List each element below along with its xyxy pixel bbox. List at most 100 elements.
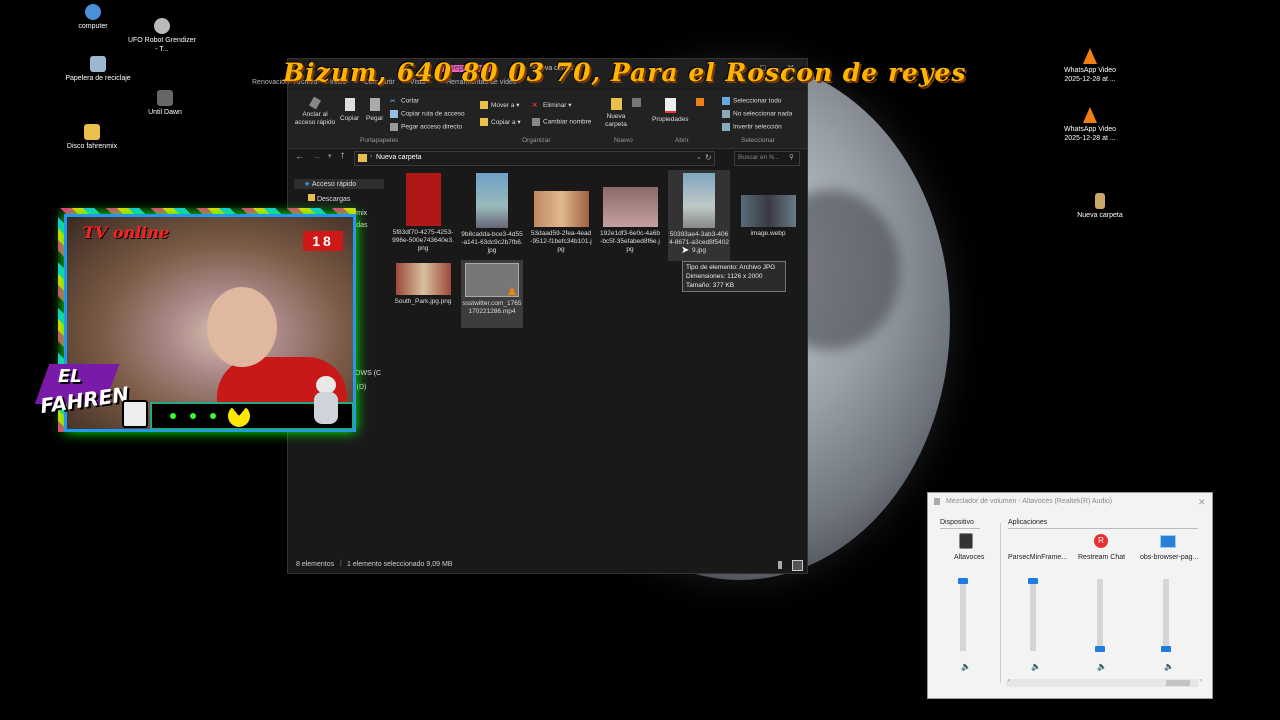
horizontal-scrollbar[interactable] <box>1006 679 1198 687</box>
select-none-label: No seleccionar nada <box>733 110 793 118</box>
copy-to-button[interactable]: Copiar a ▾ <box>480 118 521 127</box>
cut-button[interactable]: ✂ Cortar <box>390 97 419 105</box>
slider-knob[interactable] <box>958 578 968 584</box>
volume-slider-restream[interactable] <box>1097 579 1103 651</box>
file-item[interactable]: 192e1df3-6e0c-4a6b-bc5f-35efabed8f6e.jpg <box>599 173 661 254</box>
address-box[interactable]: › Nueva carpeta ⌄ ↻ <box>354 151 715 166</box>
volume-slider-parsec[interactable] <box>1030 579 1036 651</box>
file-tooltip: Tipo de elemento: Archivo JPG Dimensione… <box>682 261 786 292</box>
pin-icon <box>309 96 321 110</box>
slider-knob[interactable] <box>1161 646 1171 652</box>
nav-item-descargas[interactable]: Descargas <box>308 194 350 203</box>
details-view-icon[interactable] <box>778 561 782 569</box>
paste-button[interactable]: Pegar <box>366 98 383 122</box>
large-icons-view-icon[interactable] <box>792 560 803 571</box>
logo-line-1: EL <box>58 366 82 387</box>
apps-header: Aplicaciones <box>1008 519 1048 526</box>
desktop-icon-computer[interactable]: computer <box>58 4 128 31</box>
refresh-icon[interactable]: ↻ <box>705 153 712 162</box>
address-dropdown-icon[interactable]: ⌄ <box>696 153 702 161</box>
file-item[interactable]: South_Park.jpg.png <box>392 263 454 306</box>
file-name: 9b8cadda-bce3-4d55-a141-63dc9c2b7fb6.jpg <box>461 231 523 254</box>
slider-knob[interactable] <box>1095 646 1105 652</box>
scrollbar-thumb[interactable] <box>1166 680 1190 686</box>
select-all-icon <box>722 97 730 105</box>
header-underline <box>940 528 980 529</box>
select-all-button[interactable]: Seleccionar todo <box>722 97 781 105</box>
file-item-hovered[interactable]: 50393ae4-3ab3-4064-8671-a3ced8f54029.jpg <box>668 170 730 261</box>
group-seleccionar: Seleccionar <box>741 137 775 144</box>
desktop-icon-label: computer <box>78 23 108 30</box>
computer-icon <box>85 4 101 20</box>
file-item-selected[interactable]: ssstwitter.com_1765170221286.mp4 <box>461 260 523 328</box>
channel-label-obs: obs-browser-pag... <box>1140 554 1199 561</box>
properties-button[interactable]: Propiedades <box>652 98 689 123</box>
folder-icon <box>358 154 367 162</box>
file-name: 192e1df3-6e0c-4a6b-bc5f-35efabed8f6e.jpg <box>600 230 660 253</box>
parsec-icon <box>1030 533 1044 547</box>
mute-speaker-icon[interactable]: 🔈 <box>1097 662 1107 671</box>
up-arrow-icon[interactable]: ↑ <box>340 150 345 161</box>
slider-knob[interactable] <box>1028 578 1038 584</box>
file-name: 50393ae4-3ab3-4064-8671-a3ced8f54029.jpg <box>669 231 729 254</box>
copy-icon <box>344 98 355 111</box>
properties-icon <box>664 98 676 113</box>
nav-item-acceso-rapido[interactable]: ★ Acceso rápido <box>294 179 384 189</box>
file-item[interactable]: 9b8cadda-bce3-4d55-a141-63dc9c2b7fb6.jpg <box>461 173 523 255</box>
mute-speaker-icon[interactable]: 🔈 <box>961 662 971 671</box>
tooltip-type: Tipo de elemento: Archivo JPG <box>686 264 776 271</box>
file-item[interactable]: 53daad59-2fea-4ead-9512-f1befc34b101.jpg <box>530 173 592 254</box>
desktop-icon-disco-fahrenmix[interactable]: Disco fahrenmix <box>57 124 127 151</box>
paste-shortcut-button[interactable]: Pegar acceso directo <box>390 123 462 131</box>
scroll-right-icon[interactable]: › <box>1200 678 1202 684</box>
recent-chevron-icon[interactable]: ▾ <box>328 152 332 160</box>
donation-banner: Bizum, 640 80 03 70, Para el Roscon de r… <box>283 58 967 87</box>
desktop-icon-nueva-carpeta[interactable]: Nueva carpeta <box>1065 193 1135 220</box>
desktop-icon-label: WhatsApp Video 2025-12-28 at ... <box>1063 67 1116 83</box>
desktop-icon-whatsapp-video-2[interactable]: WhatsApp Video 2025-12-28 at ... <box>1055 107 1125 143</box>
back-arrow-icon[interactable]: ← <box>295 151 304 161</box>
pin-quick-access-button[interactable]: Anclar al acceso rápido <box>294 96 336 127</box>
desktop-icon-whatsapp-video-1[interactable]: WhatsApp Video 2025-12-28 at ... <box>1055 48 1125 84</box>
header-underline <box>1008 528 1198 529</box>
invert-selection-button[interactable]: Invertir selección <box>722 123 782 131</box>
open-icon[interactable] <box>696 98 704 106</box>
select-none-button[interactable]: No seleccionar nada <box>722 110 792 118</box>
new-folder-button[interactable]: Nueva carpeta <box>601 98 631 129</box>
folder-icon <box>1095 193 1105 209</box>
copy-label: Copiar <box>340 115 360 122</box>
pin-label: Anclar al acceso rápido <box>294 111 336 126</box>
copy-path-button[interactable]: Copiar ruta de acceso <box>390 110 465 118</box>
move-to-button[interactable]: Mover a ▾ <box>480 101 520 110</box>
volume-slider-obs[interactable] <box>1163 579 1169 651</box>
image-thumbnail <box>476 173 508 228</box>
scroll-left-icon[interactable]: ‹ <box>1008 678 1010 684</box>
mute-speaker-icon[interactable]: 🔈 <box>1164 662 1174 671</box>
el-fahren-logo: EL FAHREN <box>34 360 148 440</box>
file-item[interactable]: image.webp <box>737 173 799 238</box>
channel-label-altavoces: Altavoces <box>954 554 985 561</box>
rename-button[interactable]: Cambiar nombre <box>532 118 591 126</box>
desktop-icon-recycle-bin[interactable]: Papelera de reciclaje <box>63 56 133 83</box>
file-item[interactable]: 5f83df70-4275-4253-996e-500e743640e3.png <box>392 173 454 253</box>
search-input[interactable]: Buscar en N... ⚲ <box>734 151 800 166</box>
tooltip-size: Tamaño: 377 KB <box>686 282 735 289</box>
delete-button[interactable]: ✕ Eliminar ▾ <box>532 101 572 109</box>
tooltip-dimensions: Dimensiones: 1126 x 2000 <box>686 273 763 280</box>
forward-arrow-icon[interactable]: → <box>312 151 321 161</box>
mute-speaker-icon[interactable]: 🔈 <box>1031 662 1041 671</box>
new-item-icon[interactable] <box>632 98 641 107</box>
desktop-icon-label: Papelera de reciclaje <box>65 75 131 82</box>
group-abrir: Abrir <box>675 137 689 144</box>
desktop-icon-ufo-robot[interactable]: UFO Robot Grendizer - T... <box>127 18 197 54</box>
paste-icon <box>369 98 380 111</box>
desktop-icon-until-dawn[interactable]: Until Dawn <box>130 90 200 117</box>
mixer-close-button[interactable]: ✕ <box>1198 497 1206 508</box>
scissors-icon: ✂ <box>390 98 396 105</box>
volume-slider-altavoces[interactable] <box>960 579 966 651</box>
image-thumbnail <box>602 187 658 227</box>
file-name: 5f83df70-4275-4253-996e-500e743640e3.png <box>392 229 454 252</box>
desktop-icon-label: WhatsApp Video 2025-12-28 at ... <box>1063 126 1116 142</box>
copy-button[interactable]: Copiar <box>340 98 359 122</box>
image-thumbnail <box>533 191 589 227</box>
